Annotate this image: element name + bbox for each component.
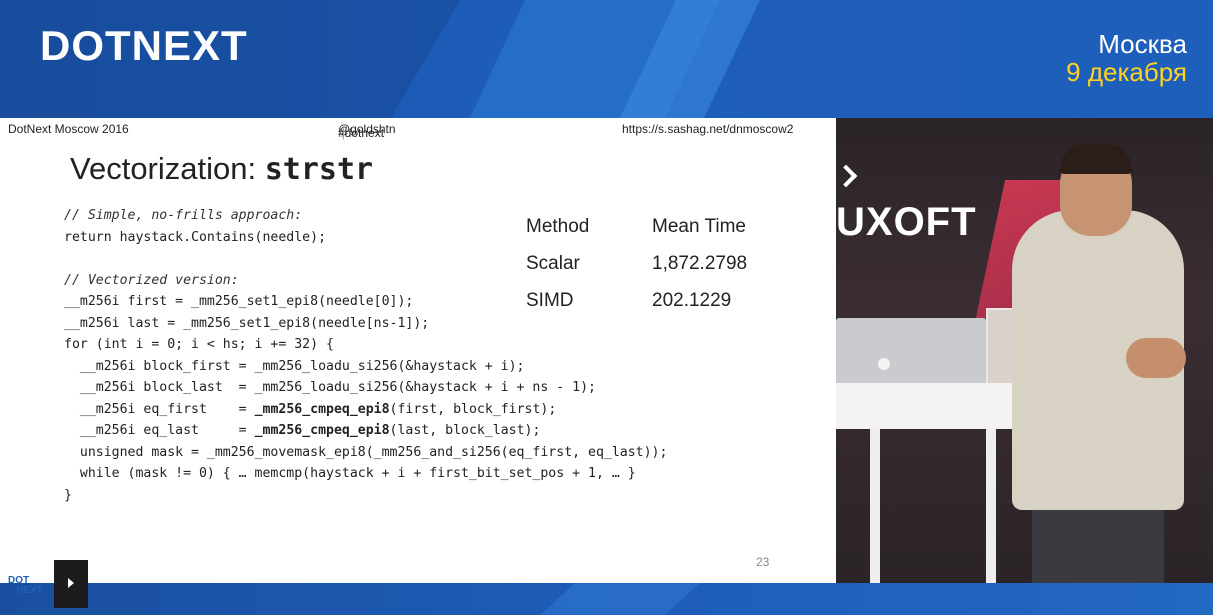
- results-method: Scalar: [526, 252, 580, 274]
- code-bold-call: _mm256_cmpeq_epi8: [254, 401, 390, 417]
- apple-logo-icon: [878, 358, 890, 370]
- code-line: __m256i eq_last = _mm256_cmpeq_epi8(last…: [64, 420, 667, 442]
- presentation-slide: DotNext Moscow 2016 #dotnext | @goldshtn h…: [0, 118, 836, 583]
- results-header-time: Mean Time: [652, 215, 746, 237]
- event-location: Москва 9 декабря: [1066, 30, 1187, 86]
- conference-banner: DOTNEXT Москва 9 декабря: [0, 0, 1213, 118]
- slide-title-text: Vectorization:: [70, 151, 265, 186]
- slide-title-code: strstr: [264, 152, 374, 187]
- lectern-leg: [870, 429, 880, 583]
- code-text: __m256i eq_first =: [64, 401, 255, 417]
- sponsor-banner-text: UXOFT: [836, 200, 977, 244]
- speaker-legs: [1032, 510, 1164, 583]
- speaker-video: UXOFT: [836, 118, 1213, 583]
- slide-header: DotNext Moscow 2016 #dotnext | @goldshtn h…: [0, 118, 836, 140]
- results-time: 202.1229: [652, 289, 732, 311]
- code-line: __m256i block_last = _mm256_loadu_si256(…: [64, 380, 596, 395]
- code-line: __m256i block_first = _mm256_loadu_si256…: [64, 358, 525, 374]
- slide-title: Vectorization: strstr: [70, 151, 373, 187]
- speaker-hand: [1126, 338, 1186, 378]
- mini-logo-bottom: NEXT: [16, 585, 43, 596]
- chevron-icon: [836, 164, 858, 188]
- slide-url: https://s.sashag.net/dnmoscow2: [622, 122, 794, 136]
- results-row: Scalar 1,872.2798: [526, 245, 802, 282]
- speaker-hair: [1060, 144, 1132, 174]
- bottom-stripe: [540, 583, 700, 615]
- code-line: while (mask != 0) { … memcmp(haystack + …: [64, 466, 636, 481]
- code-line: }: [64, 487, 72, 503]
- code-line: unsigned mask = _mm256_movemask_epi8(_mm…: [64, 444, 668, 460]
- code-line: __m256i eq_first = _mm256_cmpeq_epi8(fir…: [64, 399, 667, 421]
- code-text: __m256i eq_last =: [64, 423, 255, 438]
- results-table: Method Mean Time Scalar 1,872.2798 SIMD …: [526, 208, 802, 319]
- results-method: SIMD: [526, 289, 574, 311]
- play-button[interactable]: [54, 560, 88, 608]
- code-text: (last, block_last);: [389, 423, 541, 438]
- mini-dotnext-logo: DOT NEXT: [2, 568, 54, 610]
- slide-page-number: 23: [756, 555, 770, 569]
- dotnext-logo: DOTNEXT: [40, 22, 248, 69]
- code-line: for (int i = 0; i < hs; i += 32) {: [64, 337, 334, 352]
- play-icon: [68, 578, 74, 588]
- slide-separator: |: [342, 126, 346, 140]
- lectern: [836, 383, 1026, 429]
- lectern-leg: [986, 429, 996, 583]
- code-text: (first, block_first);: [389, 401, 557, 417]
- results-header-method: Method: [526, 215, 590, 237]
- results-header-row: Method Mean Time: [526, 208, 802, 245]
- results-row: SIMD 202.1229: [526, 282, 802, 319]
- event-city: Москва: [1098, 29, 1187, 59]
- code-bold-call: _mm256_cmpeq_epi8: [254, 423, 390, 438]
- slide-event-name: DotNext Moscow 2016: [8, 122, 129, 136]
- results-time: 1,872.2798: [652, 252, 748, 274]
- slide-social: #dotnext | @goldshtn: [338, 122, 396, 140]
- bottom-bar: [0, 583, 1213, 615]
- event-date: 9 декабря: [1066, 57, 1187, 87]
